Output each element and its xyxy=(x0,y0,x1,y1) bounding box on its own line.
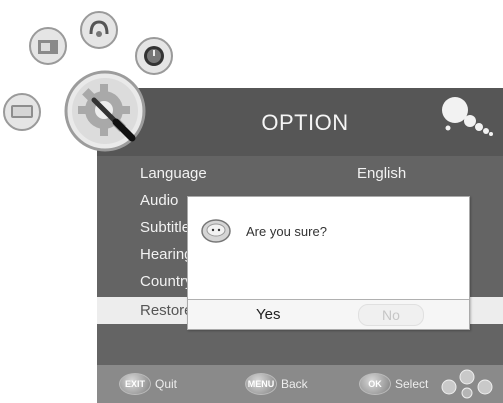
dialog-message: Are you sure? xyxy=(246,224,327,239)
hint-select-label: Select xyxy=(395,377,429,391)
menu-item-label: Hearing xyxy=(140,246,193,263)
menu-title-bar: OPTION xyxy=(97,88,503,156)
exit-key-icon: EXIT xyxy=(119,373,151,395)
menu-item-label: Country xyxy=(140,273,193,290)
hint-select: OK Select xyxy=(359,373,428,395)
yes-button[interactable]: Yes xyxy=(256,306,280,323)
footer-hint-bar: EXIT Quit MENU Back OK Select xyxy=(97,365,503,403)
dialog-face-icon xyxy=(201,219,231,243)
channel-icon[interactable] xyxy=(28,26,68,66)
nav-arrows-icon xyxy=(441,369,493,399)
hint-menu: MENU Back xyxy=(245,373,308,395)
menu-item-label: Subtitle xyxy=(140,219,191,236)
menu-item-label: Audio xyxy=(140,192,179,209)
hint-menu-label: Back xyxy=(281,377,308,391)
dialog-button-row: Yes No xyxy=(188,299,469,329)
menu-item-value: English xyxy=(357,165,407,182)
ok-key-icon: OK xyxy=(359,373,391,395)
menu-key-icon: MENU xyxy=(245,373,277,395)
menu-item-language[interactable]: Language English xyxy=(97,160,503,187)
hint-exit-label: Quit xyxy=(155,377,178,391)
bubbles-logo-icon xyxy=(442,97,493,136)
hint-exit: EXIT Quit xyxy=(119,373,177,395)
confirm-dialog: Are you sure? Yes No xyxy=(187,196,470,330)
option-gear-icon[interactable] xyxy=(64,70,146,152)
menu-item-label: Language xyxy=(140,165,207,182)
no-button[interactable]: No xyxy=(358,304,424,326)
sound-icon[interactable] xyxy=(79,10,119,50)
picture-icon[interactable] xyxy=(2,92,42,132)
